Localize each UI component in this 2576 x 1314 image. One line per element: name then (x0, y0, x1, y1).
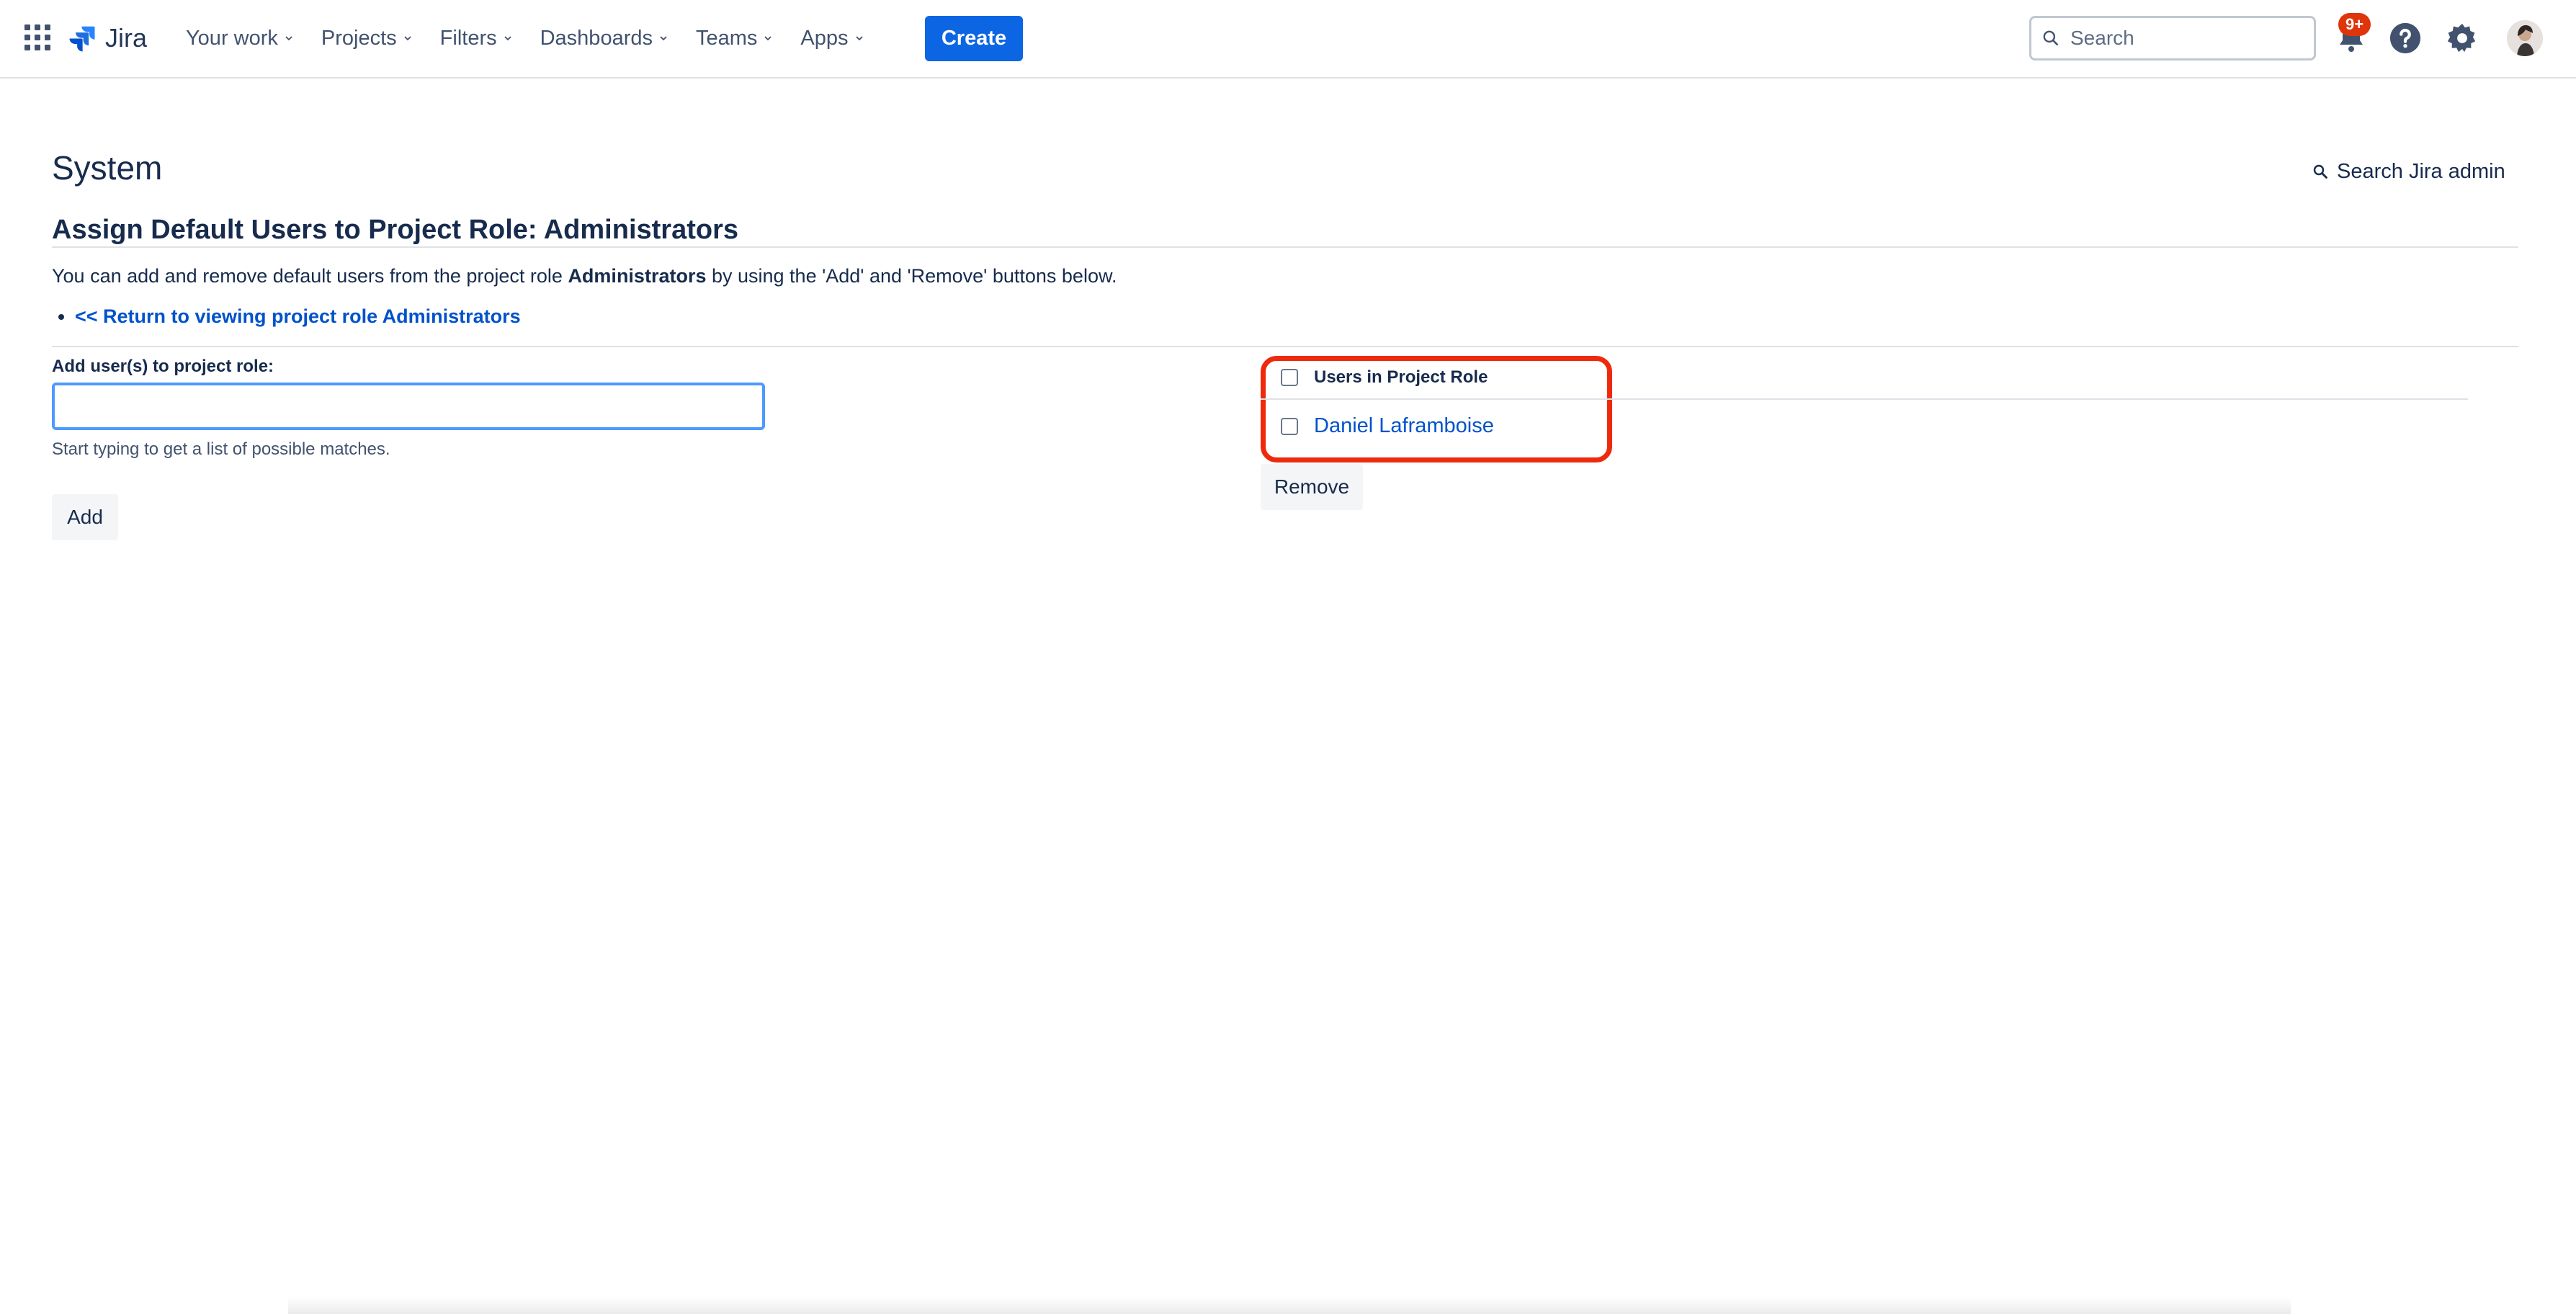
nav-menu: Your work Projects Filters Dashboards Te… (186, 0, 892, 76)
description-text-end: by using the 'Add' and 'Remove' buttons … (706, 265, 1117, 287)
description-text: You can add and remove default users fro… (52, 265, 568, 287)
add-users-label: Add user(s) to project role: (52, 357, 274, 376)
search-icon (2043, 30, 2058, 45)
nav-projects-label: Projects (321, 26, 397, 50)
add-button[interactable]: Add (52, 494, 118, 540)
return-links: << Return to viewing project role Admini… (59, 305, 521, 328)
chevron-down-icon (504, 36, 511, 41)
remove-button[interactable]: Remove (1261, 464, 1363, 510)
search-icon (2313, 164, 2327, 179)
role-name: Administrators (568, 265, 707, 287)
divider (1261, 398, 2468, 400)
nav-apps-label: Apps (800, 26, 849, 50)
global-search[interactable] (2029, 16, 2316, 61)
nav-apps[interactable]: Apps (800, 27, 864, 50)
chevron-down-icon (285, 36, 292, 41)
user-avatar-icon (2507, 20, 2543, 56)
table-row: Daniel Laframboise (1281, 414, 1494, 438)
role-users-header: Users in Project Role (1281, 367, 1488, 388)
search-jira-admin-label: Search Jira admin (2337, 160, 2505, 183)
global-search-input[interactable] (2070, 27, 2286, 50)
select-all-checkbox[interactable] (1281, 369, 1298, 386)
divider (52, 346, 2518, 347)
nav-projects[interactable]: Projects (321, 27, 413, 50)
add-users-input[interactable] (52, 383, 765, 430)
logo-text: Jira (105, 23, 148, 53)
chevron-down-icon (764, 36, 772, 41)
return-to-role-link[interactable]: << Return to viewing project role Admini… (75, 305, 521, 327)
user-checkbox[interactable] (1281, 417, 1298, 435)
bottom-edge-shadow (288, 1297, 2291, 1314)
notification-badge: 9+ (2338, 13, 2371, 36)
nav-your-work[interactable]: Your work (186, 27, 294, 50)
nav-teams-label: Teams (695, 26, 758, 50)
gear-icon[interactable] (2446, 22, 2479, 55)
chevron-down-icon (855, 36, 863, 41)
create-button[interactable]: Create (925, 16, 1023, 61)
help-icon[interactable] (2389, 22, 2422, 55)
nav-filters-label: Filters (439, 26, 497, 50)
add-users-hint: Start typing to get a list of possible m… (52, 439, 390, 459)
chevron-down-icon (660, 36, 667, 41)
list-item: << Return to viewing project role Admini… (75, 305, 521, 328)
page-description: You can add and remove default users fro… (52, 265, 1117, 287)
nav-your-work-label: Your work (186, 26, 278, 50)
search-jira-admin-link[interactable]: Search Jira admin (2312, 160, 2505, 184)
chevron-down-icon (404, 36, 411, 41)
user-link[interactable]: Daniel Laframboise (1314, 414, 1494, 438)
page-title: System (52, 149, 163, 187)
section-title: Assign Default Users to Project Role: Ad… (52, 215, 739, 245)
top-navigation: Jira Your work Projects Filters Dashboar… (0, 0, 2576, 79)
avatar[interactable] (2507, 20, 2543, 56)
role-users-header-label: Users in Project Role (1314, 367, 1488, 387)
jira-logo-icon (69, 26, 95, 52)
app-switcher-icon[interactable] (24, 24, 50, 50)
nav-filters[interactable]: Filters (440, 27, 513, 50)
divider (52, 246, 2518, 248)
nav-dashboards[interactable]: Dashboards (540, 27, 668, 50)
nav-teams[interactable]: Teams (696, 27, 773, 50)
nav-dashboards-label: Dashboards (540, 26, 653, 50)
jira-logo[interactable]: Jira (68, 20, 147, 56)
